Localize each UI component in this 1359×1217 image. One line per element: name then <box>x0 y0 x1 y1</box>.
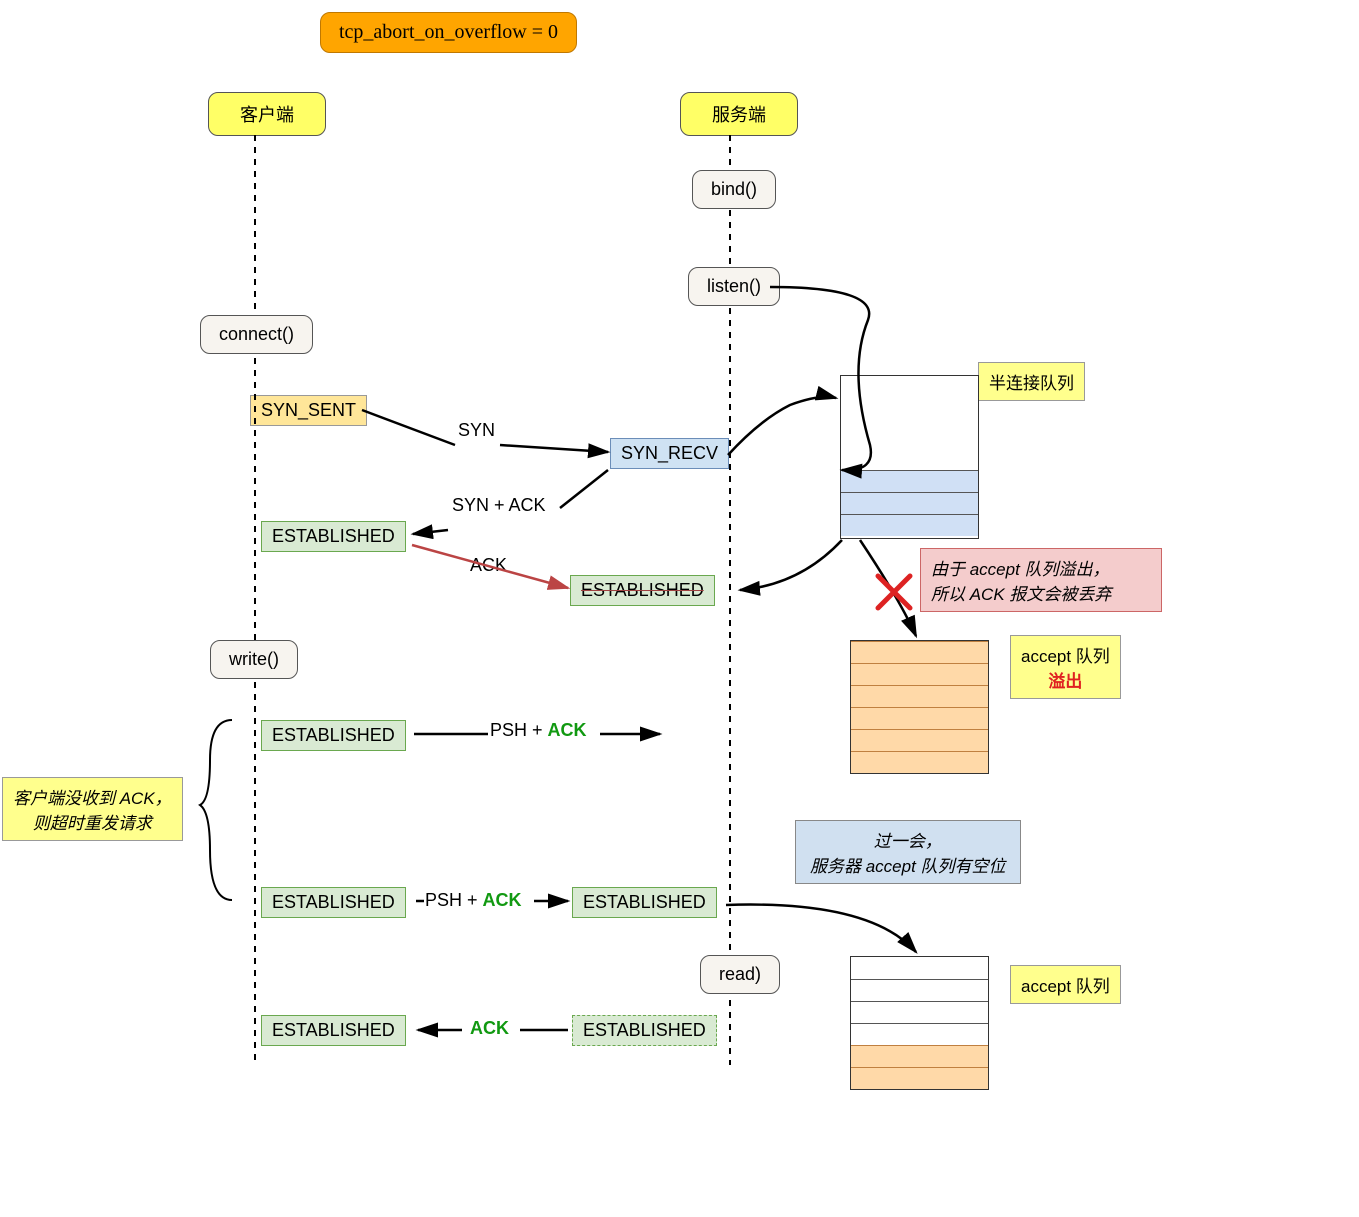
client-retry-note: 客户端没收到 ACK， 则超时重发请求 <box>2 777 183 841</box>
state-est-server-strike: ESTABLISHED <box>570 575 715 606</box>
read-call: read) <box>700 955 780 994</box>
server-header: 服务端 <box>680 92 798 136</box>
state-est-ack-client: ESTABLISHED <box>261 1015 406 1046</box>
accept-queue-label-2: accept 队列 <box>1010 965 1121 1004</box>
accept-queue-space <box>850 956 989 1090</box>
state-est-ack-server: ESTABLISHED <box>572 1015 717 1046</box>
label-synack: SYN + ACK <box>452 495 546 516</box>
diagram-title: tcp_abort_on_overflow = 0 <box>320 12 577 53</box>
label-ack: ACK <box>470 555 507 576</box>
state-est-psh2-client: ESTABLISHED <box>261 887 406 918</box>
connect-call: connect() <box>200 315 313 354</box>
drop-note: 由于 accept 队列溢出， 所以 ACK 报文会被丢弃 <box>920 548 1162 612</box>
bind-call: bind() <box>692 170 776 209</box>
state-est-psh1: ESTABLISHED <box>261 720 406 751</box>
accept-queue-full <box>850 640 989 774</box>
label-syn: SYN <box>458 420 495 441</box>
half-connection-queue <box>840 375 979 539</box>
half-queue-label: 半连接队列 <box>978 362 1085 401</box>
write-call: write() <box>210 640 298 679</box>
label-ack-back: ACK <box>470 1018 509 1039</box>
client-header: 客户端 <box>208 92 326 136</box>
listen-call: listen() <box>688 267 780 306</box>
state-syn-sent: SYN_SENT <box>250 395 367 426</box>
server-wait-note: 过一会， 服务器 accept 队列有空位 <box>795 820 1021 884</box>
accept-queue-overflow-label: accept 队列 溢出 <box>1010 635 1121 699</box>
label-psh1: PSH + ACK <box>490 720 587 741</box>
state-est-client-1: ESTABLISHED <box>261 521 406 552</box>
label-psh2: PSH + ACK <box>425 890 522 911</box>
state-est-psh2-server: ESTABLISHED <box>572 887 717 918</box>
state-syn-recv: SYN_RECV <box>610 438 729 469</box>
